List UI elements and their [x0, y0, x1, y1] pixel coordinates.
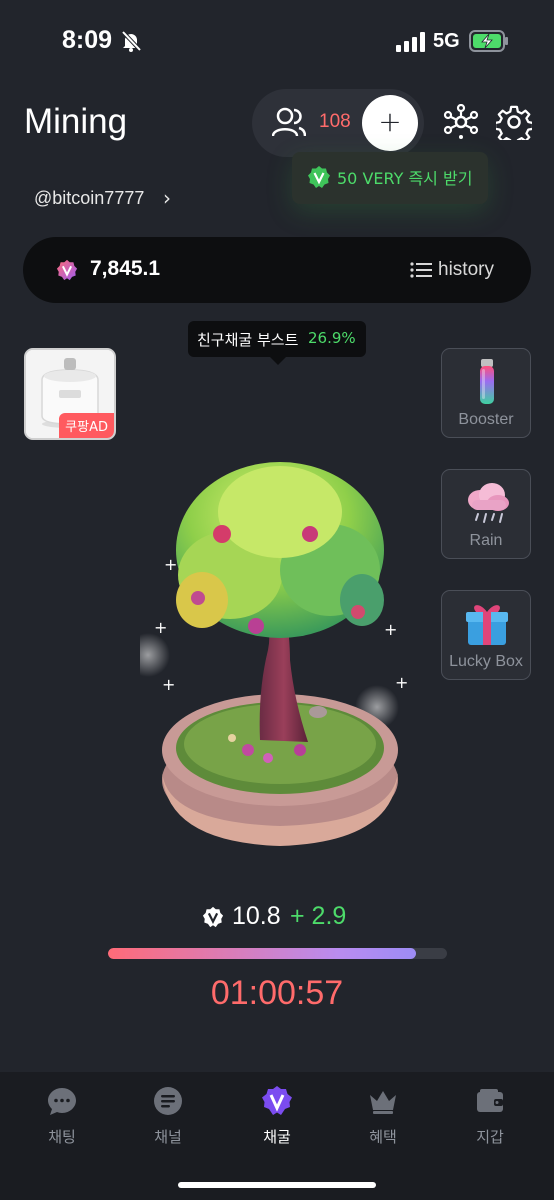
network-nodes-icon[interactable] [443, 104, 479, 140]
very-token-icon [202, 906, 224, 928]
status-bar: 8:09 5G [0, 0, 554, 80]
mining-tree-illustration[interactable]: + + + + + [140, 450, 420, 860]
battery-charging-icon [469, 30, 508, 52]
tab-chat-label: 채팅 [48, 1128, 76, 1146]
signal-icon [396, 32, 425, 52]
history-label[interactable]: history [438, 259, 494, 281]
bell-muted-icon [121, 30, 142, 52]
tab-channel-label: 채널 [154, 1128, 182, 1146]
booster-button[interactable]: Booster [441, 348, 531, 438]
booster-label: Booster [458, 411, 514, 428]
very-token-icon [56, 259, 78, 281]
mining-progress-bar [108, 948, 447, 959]
rain-label: Rain [469, 532, 503, 549]
friend-boost-value: 26.9% [308, 329, 356, 347]
home-indicator [178, 1182, 376, 1188]
tab-mining[interactable]: 채굴 [227, 1082, 327, 1152]
verified-badge-icon [308, 166, 330, 188]
ad-label: 쿠팡AD [59, 413, 114, 438]
page-title: Mining [24, 102, 128, 141]
svg-text:+: + [164, 555, 177, 574]
gift-box-icon [466, 605, 508, 645]
rain-cloud-icon [468, 483, 509, 523]
ad-banner[interactable]: 쿠팡AD [24, 348, 116, 440]
list-icon [410, 262, 432, 278]
svg-text:+: + [154, 618, 167, 637]
balance-value: 7,845.1 [90, 257, 161, 280]
wallet-icon [477, 1089, 503, 1112]
mining-timer: 01:00:57 [210, 974, 344, 1012]
network-type: 5G [433, 30, 460, 52]
friends-count[interactable]: 108 [319, 111, 351, 133]
tab-wallet-label: 지갑 [476, 1128, 504, 1146]
chat-bubble-icon [48, 1088, 76, 1115]
crown-icon [370, 1091, 396, 1114]
promo-text[interactable]: 50 VERY 즉시 받기 [337, 165, 472, 189]
bottom-tab-bar: 채팅 채널 채굴 혜택 지갑 [0, 1072, 554, 1200]
lucky-box-label: Lucky Box [449, 653, 523, 670]
tab-wallet[interactable]: 지갑 [440, 1082, 540, 1152]
friends-icon[interactable] [272, 106, 306, 138]
tab-benefits-label: 혜택 [369, 1128, 397, 1146]
chevron-right-icon[interactable]: › [163, 186, 171, 210]
add-friend-button[interactable]: + [362, 95, 418, 151]
username[interactable]: @bitcoin7777 [34, 188, 144, 209]
very-logo-icon [262, 1086, 292, 1115]
svg-text:+: + [395, 673, 408, 692]
gear-icon[interactable] [496, 104, 532, 140]
status-time: 8:09 [62, 26, 113, 54]
mining-rate-bonus: + 2.9 [290, 902, 347, 930]
svg-text:+: + [384, 620, 397, 639]
tab-channel[interactable]: 채널 [118, 1082, 218, 1152]
tab-mining-label: 채굴 [263, 1128, 291, 1146]
booster-icon [480, 359, 494, 404]
tab-benefits[interactable]: 혜택 [333, 1082, 433, 1152]
lucky-box-button[interactable]: Lucky Box [441, 590, 531, 680]
svg-text:+: + [162, 675, 175, 694]
tab-chat[interactable]: 채팅 [12, 1082, 112, 1152]
channel-icon [154, 1087, 182, 1115]
friend-boost-label: 친구채굴 부스트 [197, 331, 299, 349]
rain-button[interactable]: Rain [441, 469, 531, 559]
mining-rate-value: 10.8 [232, 902, 281, 930]
mining-progress-fill [108, 948, 417, 959]
friend-boost-tooltip: 친구채굴 부스트 26.9% [188, 321, 366, 365]
